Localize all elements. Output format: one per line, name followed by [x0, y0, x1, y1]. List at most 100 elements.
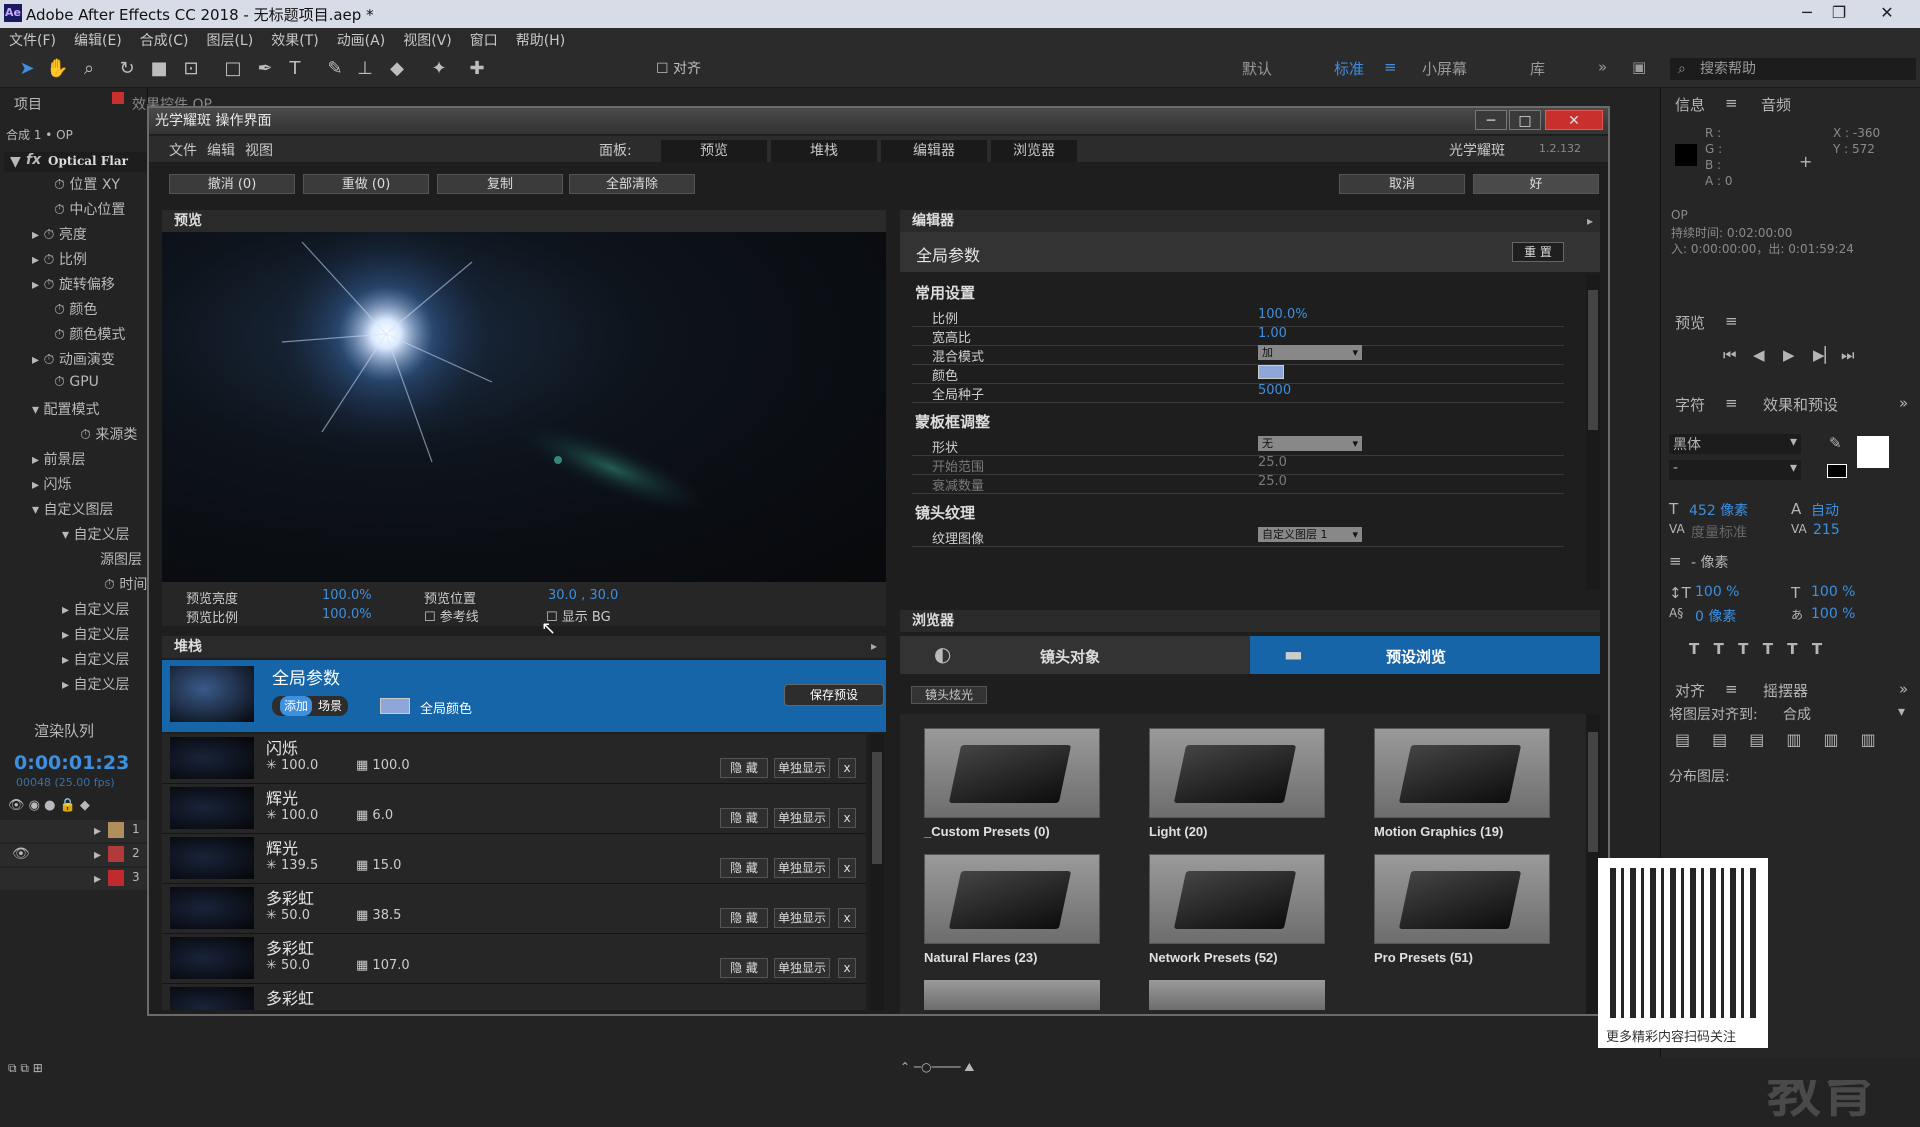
layer-switches-icons[interactable]: 👁 ◉ ● 🔒 ◆ [8, 798, 90, 813]
character-tab[interactable]: 字符 [1675, 394, 1705, 415]
more-panels-icon[interactable]: » [1899, 680, 1908, 698]
next-frame-icon[interactable]: ▶▏ [1813, 346, 1836, 364]
effects-presets-tab[interactable]: 效果和预设 [1763, 394, 1838, 415]
dialog-menu-view[interactable]: 视图 [245, 140, 273, 160]
audio-tab[interactable]: 音频 [1761, 94, 1791, 115]
hide-button[interactable]: 隐 藏 [720, 908, 768, 928]
align-buttons-icon[interactable]: ▤▤▤▥▥▥ [1675, 730, 1898, 749]
stroke-width-value[interactable]: - 像素 [1691, 552, 1729, 572]
hide-button[interactable]: 隐 藏 [720, 858, 768, 878]
project-tab[interactable]: 项目 [14, 94, 42, 114]
layer-brightness[interactable]: ✳ 139.5 [266, 858, 318, 873]
menu-edit[interactable]: 编辑(E) [65, 28, 131, 50]
clone-stamp-tool-icon[interactable]: ⊥ [354, 58, 376, 80]
hide-button[interactable]: 隐 藏 [720, 758, 768, 778]
expand-icon[interactable]: ▸ [94, 871, 101, 887]
tree-custom-layer-3[interactable]: ▸ 自定义层 [62, 624, 129, 644]
guides-checkbox[interactable]: ☐ 参考线 [424, 606, 479, 625]
workspace-default[interactable]: 默认 [1242, 58, 1272, 79]
delete-layer-button[interactable]: x [838, 958, 856, 978]
font-style-select[interactable]: - ▾ [1669, 460, 1801, 480]
layer-brightness[interactable]: ✳ 50.0 [266, 958, 310, 973]
prev-frame-icon[interactable]: ◀ [1753, 346, 1765, 364]
menu-composition[interactable]: 合成(C) [131, 28, 198, 50]
preview-brightness-value[interactable]: 100.0% [322, 588, 372, 603]
param-value[interactable]: 25.0 [1258, 474, 1287, 489]
tree-config-mode[interactable]: ▾ 配置模式 [32, 399, 99, 419]
scene-button[interactable]: 场景 [318, 696, 342, 716]
panel-menu-icon[interactable]: ≡ [1725, 94, 1738, 112]
roto-brush-tool-icon[interactable]: ✦ [428, 58, 450, 80]
stroke-color-swatch[interactable] [1827, 464, 1847, 478]
last-frame-icon[interactable]: ⏭ [1841, 346, 1855, 364]
layer-brightness[interactable]: ✳ 100.0 [266, 758, 318, 773]
ok-button[interactable]: 好 [1473, 174, 1599, 194]
dialog-menu-edit[interactable]: 编辑 [207, 140, 235, 160]
tree-brightness[interactable]: ▸ ⏱ 亮度 [32, 224, 87, 244]
hide-button[interactable]: 隐 藏 [720, 958, 768, 978]
layer-scale[interactable]: ▦ 6.0 [356, 808, 393, 823]
panel-menu-icon[interactable]: ≡ [1725, 312, 1738, 330]
kerning-value[interactable]: 度量标准 [1691, 522, 1747, 542]
tree-time[interactable]: ⏱ 时间 [104, 574, 147, 594]
delete-layer-button[interactable]: x [838, 908, 856, 928]
layer-scale[interactable]: ▦ 107.0 [356, 958, 410, 973]
add-scene-toggle[interactable]: 添加 场景 [272, 696, 348, 716]
editor-scroll-thumb[interactable] [1588, 290, 1598, 430]
reset-button[interactable]: 重 置 [1512, 242, 1564, 262]
menu-layer[interactable]: 图层(L) [197, 28, 262, 50]
menu-animation[interactable]: 动画(A) [328, 28, 395, 50]
puppet-pin-tool-icon[interactable]: ✚ [466, 58, 488, 80]
redo-button[interactable]: 重做 (0) [303, 174, 429, 194]
preview-tab[interactable]: 预览 [1675, 312, 1705, 333]
add-button[interactable]: 添加 [280, 696, 313, 716]
param-value[interactable]: 1.00 [1258, 326, 1287, 341]
preset-folder[interactable]: Pro Presets (51) [1374, 854, 1550, 965]
panel-tab-stack[interactable]: 堆栈 [771, 140, 877, 162]
flare-preview-canvas[interactable] [162, 214, 886, 582]
align-to-select[interactable]: 合成 ▾ [1783, 704, 1909, 724]
delete-layer-button[interactable]: x [838, 808, 856, 828]
layer-brightness[interactable]: ✳ 50.0 [266, 908, 310, 923]
menu-effect[interactable]: 效果(T) [262, 28, 327, 50]
search-help-input[interactable]: ⌕ 搜索帮助 [1670, 58, 1916, 80]
preset-folder-partial[interactable] [1149, 980, 1325, 1010]
effect-header[interactable]: ▼ fx Optical Flar [4, 152, 148, 172]
tsume-value[interactable]: 100 % [1811, 606, 1855, 622]
tree-custom-sublayer[interactable]: ▾ 自定义层 [62, 524, 129, 544]
timecode[interactable]: 0:00:01:23 [14, 752, 129, 774]
layer-row-1[interactable]: ▸ 1 [0, 820, 148, 842]
tree-gpu[interactable]: ⏱ GPU [54, 374, 99, 390]
panel-tab-editor[interactable]: 编辑器 [881, 140, 987, 162]
param-dropdown[interactable]: 无 [1258, 436, 1362, 451]
selection-tool-icon[interactable]: ➤ [16, 58, 38, 80]
stack-scroll-thumb[interactable] [872, 752, 882, 864]
expand-icon[interactable]: ▸ [94, 823, 101, 839]
stack-layer-row[interactable]: 辉光 ✳ 100.0 ▦ 6.0 隐 藏 单独显示 x [162, 784, 866, 834]
menu-window[interactable]: 窗口 [461, 28, 507, 50]
text-style-buttons-icon[interactable]: TTTTTT [1689, 640, 1836, 658]
stack-layer-row[interactable]: 多彩虹 [162, 984, 866, 1010]
rectangle-tool-icon[interactable]: □ [222, 58, 244, 80]
maximize-icon[interactable]: ❐ [1824, 2, 1854, 24]
tree-center-position[interactable]: ⏱ 中心位置 [54, 199, 125, 219]
menu-help[interactable]: 帮助(H) [507, 28, 574, 50]
first-frame-icon[interactable]: ⏮ [1723, 346, 1737, 364]
leading-value[interactable]: 自动 [1811, 500, 1839, 520]
more-panels-icon[interactable]: » [1899, 394, 1908, 412]
menu-view[interactable]: 视图(V) [394, 28, 461, 50]
font-size-value[interactable]: 452 像素 [1689, 500, 1748, 520]
dialog-minimize-icon[interactable]: ─ [1475, 110, 1507, 130]
minimize-icon[interactable]: ─ [1792, 2, 1822, 24]
preset-folder[interactable]: Natural Flares (23) [924, 854, 1100, 965]
expand-icon[interactable]: ▸ [94, 847, 101, 863]
preset-folder-partial[interactable] [924, 980, 1100, 1010]
status-icons[interactable]: ⧉ ⧉ ⊞ [8, 1061, 43, 1076]
visibility-icon[interactable]: 👁 [12, 846, 30, 862]
stack-layer-row[interactable]: 多彩虹 ✳ 50.0 ▦ 107.0 隐 藏 单独显示 x [162, 934, 866, 984]
horizontal-scale-value[interactable]: 100 % [1811, 584, 1855, 600]
hand-tool-icon[interactable]: ✋ [46, 58, 68, 80]
eraser-tool-icon[interactable]: ◆ [386, 58, 408, 80]
workspace-menu-icon[interactable]: ≡ [1384, 58, 1397, 76]
preset-browser-tab[interactable]: ▬ 预设浏览 [1250, 636, 1600, 674]
